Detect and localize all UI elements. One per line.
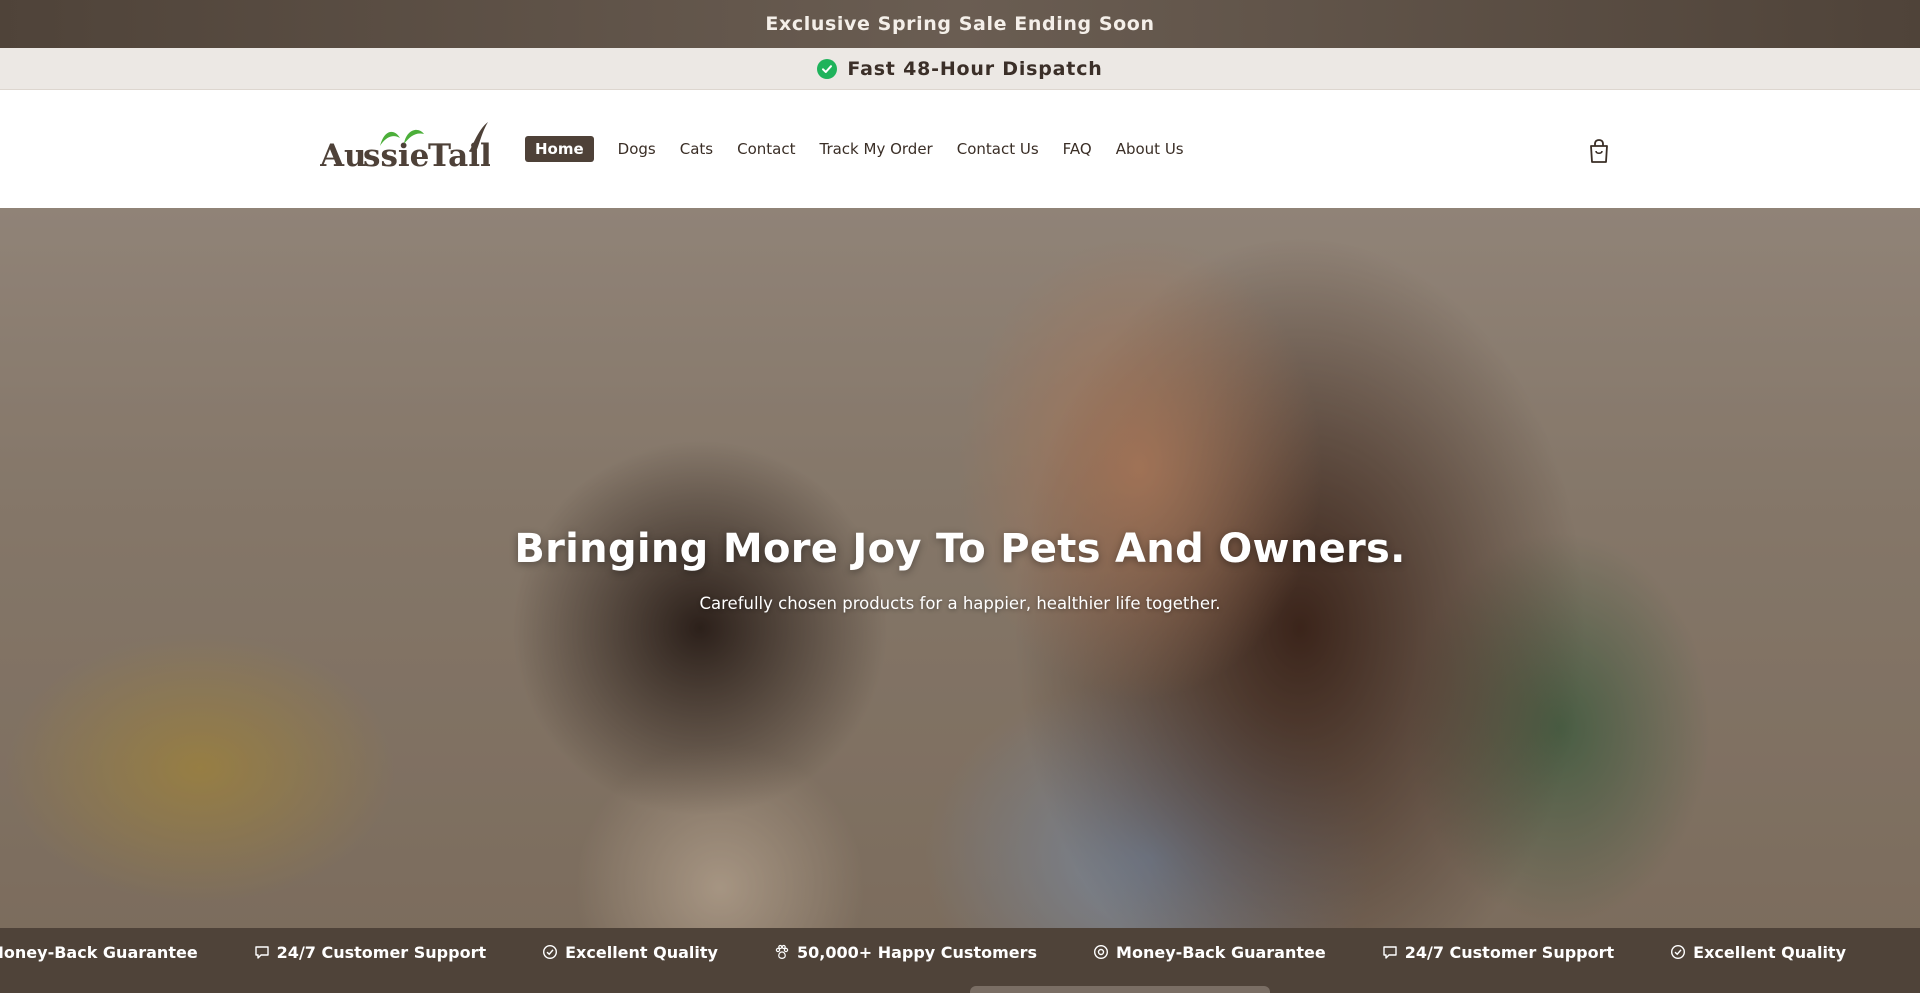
ticker-item-label: 24/7 Customer Support [1404, 942, 1615, 962]
ticker-item-label: Money-Back Guarantee [1116, 942, 1326, 962]
nav-contact[interactable]: Contact [727, 136, 805, 162]
nav-home[interactable]: Home [525, 136, 594, 162]
nav-about-us[interactable]: About Us [1106, 136, 1194, 162]
ticker-item-label: Excellent Quality [565, 942, 718, 962]
dispatch-bar: Fast 48-Hour Dispatch [0, 48, 1920, 90]
svg-text:Au: Au [320, 138, 367, 174]
nav-contact-us[interactable]: Contact Us [947, 136, 1049, 162]
ticker-item-label: Money-Back Guarantee [0, 942, 198, 962]
check-badge-icon [543, 944, 558, 960]
ticker-item-label: Excellent Quality [1693, 942, 1847, 962]
nav-track-my-order[interactable]: Track My Order [809, 136, 942, 162]
nav-cats[interactable]: Cats [670, 136, 723, 162]
check-circle-icon [817, 58, 838, 79]
ticker-item-label: 24/7 Customer Support [276, 942, 487, 962]
hero-banner: Bringing More Joy To Pets And Owners. Ca… [0, 208, 1920, 928]
hero-title: Bringing More Joy To Pets And Owners. [514, 526, 1406, 572]
dispatch-text: Fast 48-Hour Dispatch [847, 57, 1103, 80]
svg-text:ssie: ssie [363, 138, 429, 174]
hero-subtitle: Carefully chosen products for a happier,… [699, 594, 1221, 613]
nav-faq[interactable]: FAQ [1053, 136, 1102, 162]
logo-graphic: Au ssie Tailz [319, 122, 509, 174]
main-nav: Home Dogs Cats Contact Track My Order Co… [525, 136, 1198, 162]
ticker-item-label: 50,000+ Happy Customers [796, 942, 1038, 962]
ticker-item: 24/7 Customer Support [1382, 943, 1614, 962]
ticker-item: 50,000+ Happy Customers [774, 943, 1037, 962]
site-header: Au ssie Tailz Home Dogs Cats Contact Tra… [0, 90, 1920, 208]
chat-icon [254, 946, 269, 959]
announcement-bar: Exclusive Spring Sale Ending Soon [0, 0, 1920, 48]
ticker-item: Money-Back Guarantee [1093, 943, 1326, 962]
ticker-item: Excellent Quality [542, 943, 718, 962]
trust-ticker: Money-Back Guarantee 24/7 Customer Suppo… [0, 928, 1920, 993]
ticker-track: Money-Back Guarantee 24/7 Customer Suppo… [0, 928, 1902, 976]
announcement-text: Exclusive Spring Sale Ending Soon [765, 13, 1155, 35]
check-badge-icon [1671, 944, 1686, 960]
hero-text: Bringing More Joy To Pets And Owners. Ca… [0, 526, 1920, 613]
shopping-bag-icon[interactable] [1588, 138, 1610, 164]
scroll-indicator [970, 986, 1270, 993]
chat-icon [1383, 946, 1397, 959]
site-logo[interactable]: Au ssie Tailz [319, 120, 509, 176]
nav-dogs[interactable]: Dogs [608, 136, 666, 162]
badge-icon [1094, 944, 1109, 960]
ticker-item: Money-Back Guarantee [0, 943, 198, 962]
ticker-item: Excellent Quality [1670, 943, 1846, 962]
ticker-item: 24/7 Customer Support [254, 943, 486, 962]
paw-icon [775, 944, 789, 959]
svg-text:Tailz: Tailz [428, 138, 490, 174]
